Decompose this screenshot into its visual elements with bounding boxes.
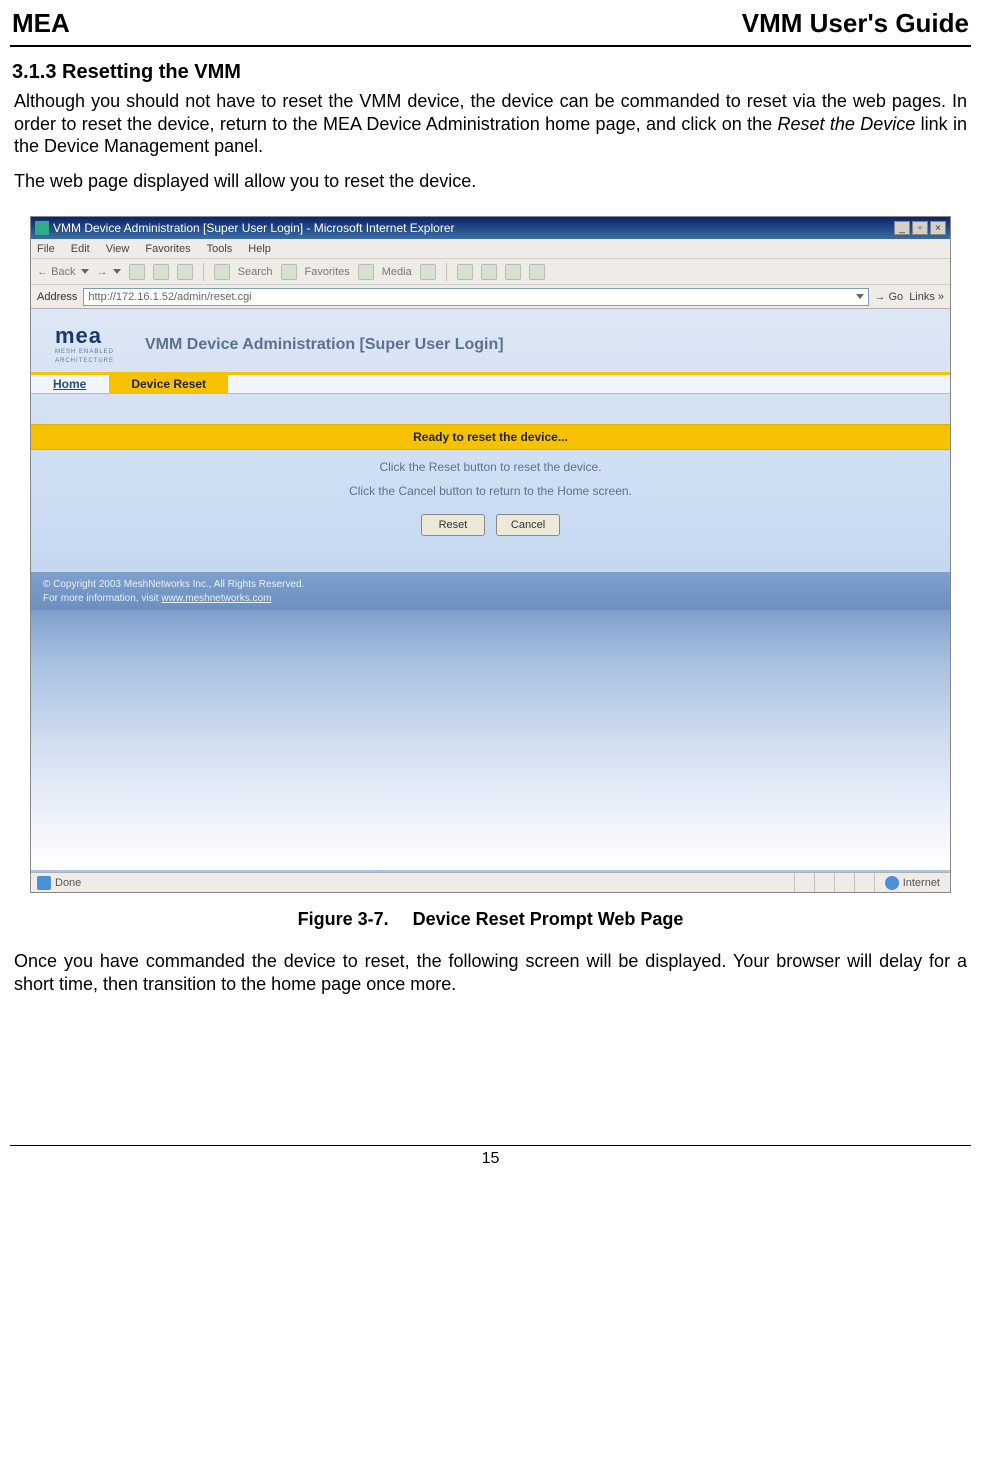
status-done-label: Done <box>55 877 81 889</box>
tab-strip: Home Device Reset <box>31 372 950 394</box>
done-icon <box>37 876 51 890</box>
history-icon[interactable] <box>420 264 436 280</box>
menu-view[interactable]: View <box>106 243 130 255</box>
figure-title: Device Reset Prompt Web Page <box>413 909 684 929</box>
go-label: Go <box>889 291 904 303</box>
button-row: Reset Cancel <box>31 498 950 552</box>
tab-home[interactable]: Home <box>31 375 109 393</box>
links-button[interactable]: Links » <box>909 291 944 303</box>
search-label: Search <box>238 266 273 278</box>
back-label: Back <box>51 266 75 278</box>
section-heading: 3.1.3 Resetting the VMM <box>0 61 981 88</box>
refresh-icon[interactable] <box>153 264 169 280</box>
status-bar: Done Internet <box>31 872 950 892</box>
chevron-down-icon <box>81 269 89 274</box>
back-button[interactable]: ← Back <box>37 266 89 278</box>
ie-icon <box>35 221 49 235</box>
favorites-label: Favorites <box>305 266 350 278</box>
address-value: http://172.16.1.52/admin/reset.cgi <box>88 291 251 303</box>
status-cell <box>794 873 814 892</box>
toolbar-separator <box>446 263 447 281</box>
discuss-icon[interactable] <box>529 264 545 280</box>
paragraph-3: Once you have commanded the device to re… <box>0 948 981 1005</box>
paragraph-1: Although you should not have to reset th… <box>0 88 981 168</box>
moreinfo-text: For more information, visit <box>43 593 161 604</box>
favorites-icon[interactable] <box>281 264 297 280</box>
menu-help[interactable]: Help <box>248 243 271 255</box>
go-button[interactable]: → Go <box>875 291 904 303</box>
page-number: 15 <box>0 1146 981 1182</box>
instruction-1: Click the Reset button to reset the devi… <box>31 450 950 474</box>
forward-button[interactable]: → <box>97 266 121 278</box>
header-rule <box>10 45 971 47</box>
logo-sub2: ARCHITECTURE <box>55 358 127 365</box>
page-title: VMM Device Administration [Super User Lo… <box>145 336 504 354</box>
toolbar: ← Back → Search Favorites Media <box>31 259 950 285</box>
page-footer: 15 <box>0 1145 981 1182</box>
figure-label: Figure 3-7. <box>298 909 389 929</box>
instruction-2: Click the Cancel button to return to the… <box>31 474 950 498</box>
toolbar-separator <box>203 263 204 281</box>
ready-banner: Ready to reset the device... <box>31 424 950 450</box>
ie-window-screenshot: VMM Device Administration [Super User Lo… <box>30 216 951 893</box>
window-buttons: _ ▫ × <box>894 221 946 235</box>
links-label: Links <box>909 291 935 303</box>
tab-rest <box>228 375 950 393</box>
reset-button[interactable]: Reset <box>421 514 485 536</box>
address-bar: Address http://172.16.1.52/admin/reset.c… <box>31 285 950 309</box>
status-cell <box>814 873 834 892</box>
minimize-button[interactable]: _ <box>894 221 910 235</box>
media-label: Media <box>382 266 412 278</box>
menubar: File Edit View Favorites Tools Help <box>31 239 950 259</box>
status-internet-label: Internet <box>903 877 940 889</box>
internet-icon <box>885 876 899 890</box>
tab-device-reset[interactable]: Device Reset <box>109 375 228 393</box>
para1-em: Reset the Device <box>777 114 915 134</box>
edit-icon[interactable] <box>505 264 521 280</box>
copyright-text: © Copyright 2003 MeshNetworks Inc., All … <box>43 578 938 592</box>
status-internet: Internet <box>874 873 950 892</box>
chevron-down-icon[interactable] <box>856 294 864 299</box>
logo-text: mea <box>55 325 127 347</box>
media-icon[interactable] <box>358 264 374 280</box>
address-input[interactable]: http://172.16.1.52/admin/reset.cgi <box>83 288 868 306</box>
chevron-down-icon <box>113 269 121 274</box>
window-titlebar: VMM Device Administration [Super User Lo… <box>31 217 950 239</box>
print-icon[interactable] <box>481 264 497 280</box>
doc-header-right: VMM User's Guide <box>742 8 969 39</box>
page-content: mea MESH ENABLED ARCHITECTURE VMM Device… <box>31 309 950 872</box>
menu-favorites[interactable]: Favorites <box>145 243 190 255</box>
doc-header-left: MEA <box>12 8 70 39</box>
figure-caption: Figure 3-7. Device Reset Prompt Web Page <box>0 903 981 948</box>
status-cell <box>834 873 854 892</box>
copyright-footer: © Copyright 2003 MeshNetworks Inc., All … <box>31 572 950 610</box>
logo-sub1: MESH ENABLED <box>55 349 127 356</box>
menu-tools[interactable]: Tools <box>207 243 233 255</box>
maximize-button[interactable]: ▫ <box>912 221 928 235</box>
paragraph-2: The web page displayed will allow you to… <box>0 168 981 203</box>
menu-file[interactable]: File <box>37 243 55 255</box>
gradient-fill <box>31 610 950 870</box>
mea-logo: mea MESH ENABLED ARCHITECTURE <box>55 325 127 364</box>
mail-icon[interactable] <box>457 264 473 280</box>
window-title: VMM Device Administration [Super User Lo… <box>53 221 454 235</box>
cancel-button[interactable]: Cancel <box>496 514 560 536</box>
status-cells: Internet <box>794 873 950 892</box>
stop-icon[interactable] <box>129 264 145 280</box>
status-done: Done <box>31 876 87 890</box>
close-button[interactable]: × <box>930 221 946 235</box>
moreinfo-link[interactable]: www.meshnetworks.com <box>161 593 271 604</box>
status-cell <box>854 873 874 892</box>
menu-edit[interactable]: Edit <box>71 243 90 255</box>
search-icon[interactable] <box>214 264 230 280</box>
home-icon[interactable] <box>177 264 193 280</box>
address-label: Address <box>37 291 77 303</box>
